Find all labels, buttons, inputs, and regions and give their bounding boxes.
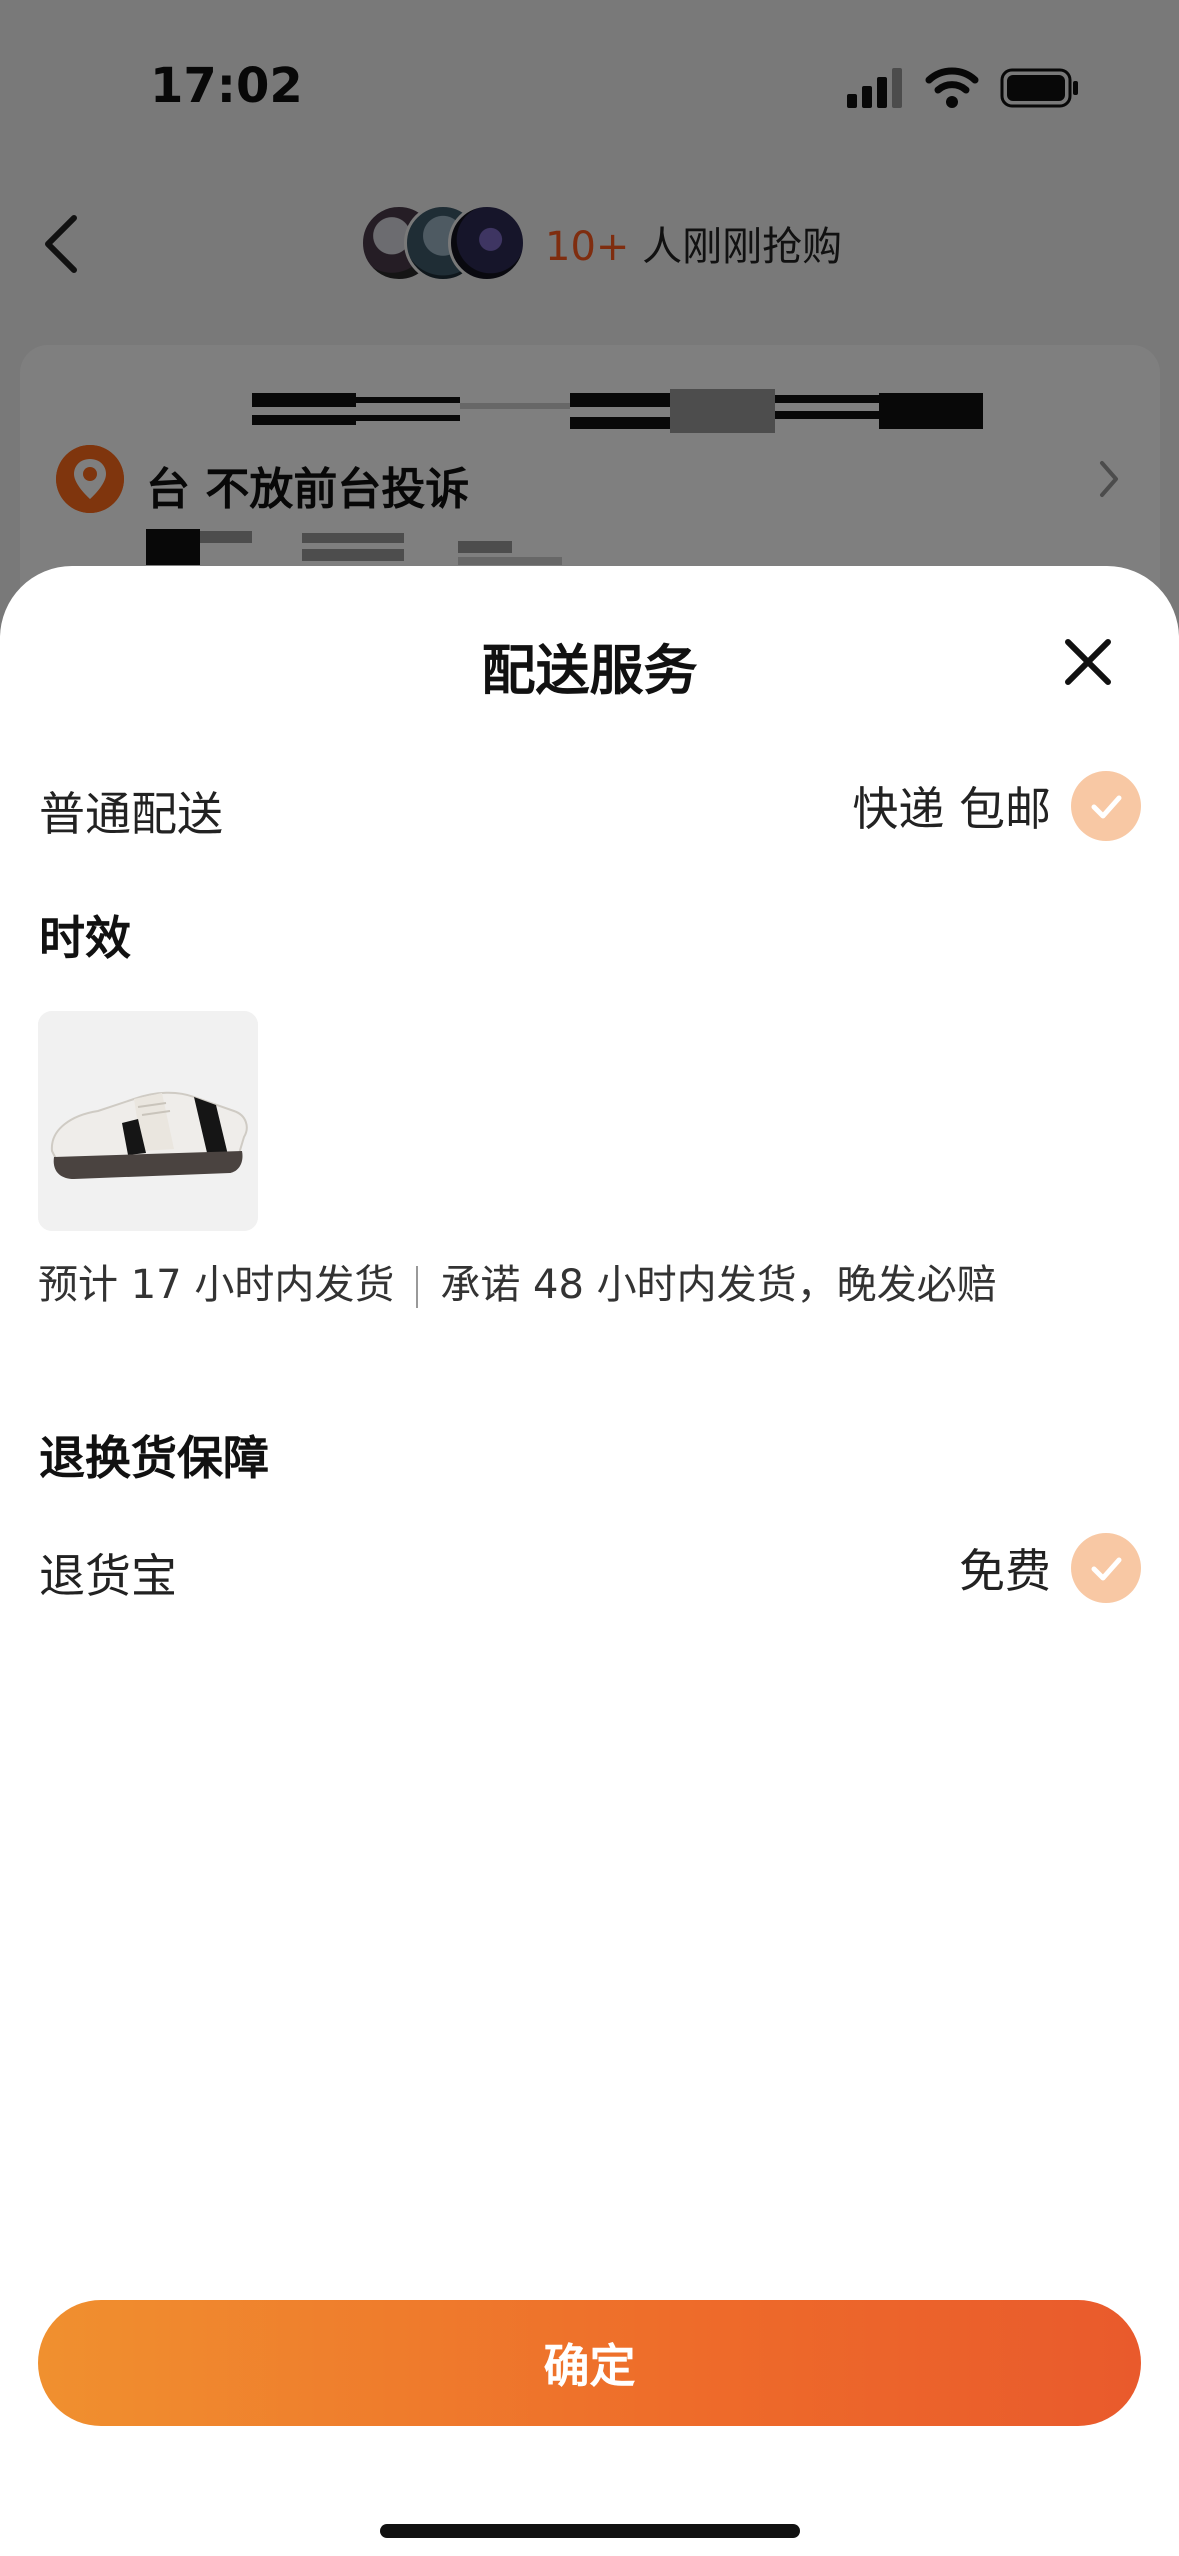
timeliness-title: 时效 [39,911,131,965]
returns-label: 退货宝 [39,1549,177,1603]
returns-option-row[interactable]: 退货宝 免费 [39,1528,1141,1608]
sheet-title: 配送服务 [481,639,698,702]
delivery-service-sheet: 配送服务 普通配送 快递 包邮 时效 预计 17 小时内发货 承诺 48 小时内… [0,566,1179,2556]
delivery-check[interactable] [1071,771,1141,841]
divider [416,1266,419,1308]
delivery-label: 普通配送 [39,787,223,841]
promise-text: 承诺 48 小时内发货，晚发必赔 [440,1262,997,1308]
shipping-estimate: 预计 17 小时内发货 承诺 48 小时内发货，晚发必赔 [38,1252,997,1310]
confirm-button[interactable]: 确定 [38,2300,1141,2426]
checkmark-icon [1091,795,1122,819]
returns-value: 免费 [959,1544,1051,1598]
delivery-option-row[interactable]: 普通配送 快递 包邮 [39,766,1141,846]
delivery-service-screen: 17:02 [0,0,1179,2556]
estimate-text: 预计 17 小时内发货 [38,1262,395,1308]
returns-title: 退换货保障 [39,1431,269,1485]
close-icon[interactable] [1060,634,1116,690]
delivery-value-group: 快递 包邮 [852,766,1141,846]
delivery-value: 快递 包邮 [852,782,1051,836]
product-thumbnail [38,1011,258,1231]
returns-value-group: 免费 [959,1528,1141,1608]
home-indicator [380,2524,800,2538]
checkmark-icon [1091,1557,1122,1581]
returns-check[interactable] [1071,1533,1141,1603]
sneaker-icon [38,1011,258,1231]
